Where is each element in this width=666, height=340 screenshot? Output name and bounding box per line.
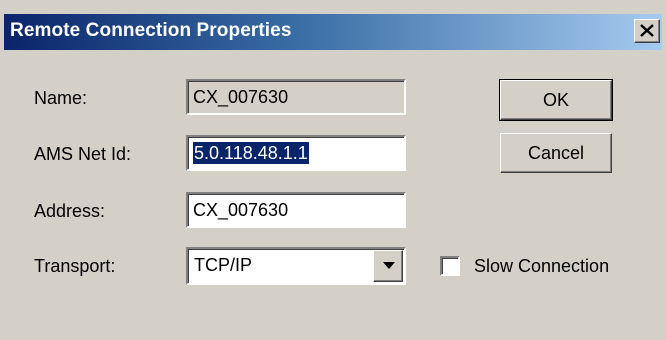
slow-connection-checkbox[interactable] (440, 256, 460, 276)
window-title: Remote Connection Properties (10, 20, 292, 41)
transport-label: Transport: (34, 256, 116, 276)
remote-connection-dialog: Remote Connection Properties Name: CX_00… (0, 0, 666, 340)
close-icon (640, 24, 654, 37)
slow-connection-label[interactable]: Slow Connection (474, 256, 609, 277)
name-value: CX_007630 (193, 87, 289, 107)
name-field: CX_007630 (186, 79, 406, 115)
cancel-button[interactable]: Cancel (500, 133, 612, 173)
chevron-down-icon (383, 262, 395, 269)
address-label: Address: (34, 201, 106, 221)
close-button[interactable] (634, 19, 660, 43)
transport-select[interactable]: TCP/IP (186, 247, 406, 285)
ams-net-id-label: AMS Net Id: (34, 144, 132, 164)
address-value: CX_007630 (193, 200, 289, 220)
name-label: Name: (34, 88, 88, 108)
ok-button[interactable]: OK (499, 79, 613, 121)
transport-dropdown-button[interactable] (373, 250, 403, 282)
title-bar[interactable]: Remote Connection Properties (4, 14, 662, 50)
ams-net-id-value: 5.0.118.48.1.1 (193, 142, 309, 164)
ams-net-id-field[interactable]: 5.0.118.48.1.1 (186, 135, 406, 171)
transport-value: TCP/IP (194, 255, 253, 275)
address-field[interactable]: CX_007630 (186, 192, 406, 228)
